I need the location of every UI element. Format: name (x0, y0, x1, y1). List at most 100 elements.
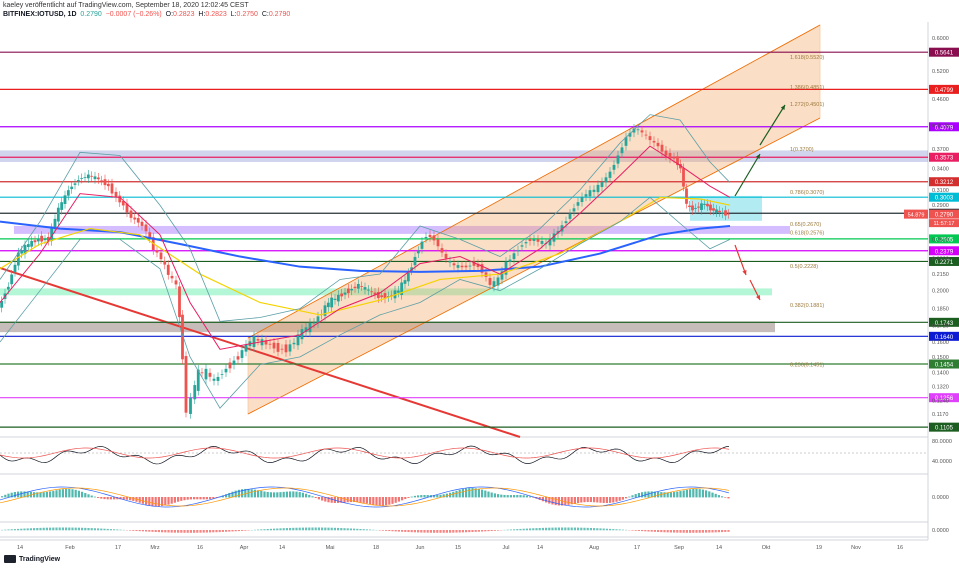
y-tick-label: 0.2500 (932, 237, 949, 243)
candle-body (100, 180, 104, 182)
candle-body (20, 250, 24, 254)
macd-bar (45, 491, 48, 498)
candle-body (346, 288, 350, 294)
osc-bar (631, 530, 634, 531)
candle-body (63, 195, 67, 204)
x-tick-label: 14 (279, 545, 285, 551)
osc-bar (273, 528, 276, 531)
osc-bar (20, 528, 23, 531)
macd-bar (394, 497, 397, 503)
osc-bar (695, 530, 698, 533)
osc-bar (519, 528, 522, 531)
candle-body (212, 378, 216, 381)
macd-bar (173, 497, 176, 503)
osc-bar (103, 528, 106, 531)
candle-body (712, 208, 715, 211)
osc-bar (596, 528, 599, 531)
fib-label: 0.5(0.2228) (790, 264, 818, 270)
osc-bar (23, 528, 26, 531)
candle-body (396, 290, 400, 293)
candle-body (588, 190, 592, 197)
candle-body (703, 203, 706, 205)
candle-body (416, 250, 420, 254)
macd-bar (84, 493, 87, 498)
macd-bar (55, 490, 58, 498)
osc-bar (711, 530, 714, 533)
osc-bar (74, 527, 77, 531)
macd-bar (727, 497, 730, 499)
osc-bar (199, 530, 202, 533)
x-tick-label: Jun (416, 545, 425, 551)
osc-bar (618, 529, 621, 531)
candle-body (524, 242, 528, 244)
osc-bar (570, 527, 573, 531)
osc-bar (282, 528, 285, 531)
macd-bar (103, 497, 106, 500)
candle-body (110, 183, 114, 194)
macd-bar (349, 497, 352, 503)
osc-bar (506, 529, 509, 531)
fib-label: 0.236(0.1451) (790, 362, 824, 368)
macd-bar (285, 491, 288, 498)
candle-body (694, 208, 697, 209)
y-tick-label: 0.1500 (932, 355, 949, 361)
osc-bar (311, 527, 314, 531)
candle-body (616, 155, 620, 164)
osc-bar (474, 530, 477, 532)
macd-bar (93, 496, 96, 498)
candle-body (697, 206, 700, 208)
candle-body (664, 150, 668, 156)
macd-bar (90, 495, 93, 498)
osc-bar (455, 530, 458, 533)
candle-body (492, 281, 496, 287)
osc-bar (487, 530, 490, 532)
macd-bar (525, 495, 528, 498)
osc-bar (413, 530, 416, 533)
macd-bar (487, 491, 490, 498)
candle-body (612, 164, 616, 170)
price-chart[interactable]: 0.56410.47990.40790.35730.32120.30030.28… (0, 0, 959, 568)
osc-bar (49, 527, 52, 531)
candle-body (93, 176, 97, 180)
x-tick-label: Aug (589, 545, 599, 551)
macd-bar (381, 497, 384, 506)
osc-bar (346, 528, 349, 531)
osc-bar (106, 528, 109, 531)
macd-bar (634, 494, 637, 498)
candle-body (688, 205, 691, 207)
candle-body (326, 302, 330, 308)
candle-body (228, 362, 232, 369)
candle-body (568, 213, 572, 219)
osc-bar (193, 530, 196, 533)
osc-bar (372, 529, 375, 531)
tradingview-brand[interactable]: TradingView (4, 555, 60, 563)
macd-bar (519, 495, 522, 498)
osc-bar (538, 528, 541, 531)
candle-body (413, 256, 417, 266)
osc-bar (445, 530, 448, 533)
osc-bar (461, 530, 464, 533)
osc-bar (269, 528, 272, 531)
osc-bar (615, 529, 618, 531)
macd-bar (455, 490, 458, 498)
macd-bar (177, 497, 180, 502)
osc-bar (589, 527, 592, 531)
osc-bar (333, 527, 336, 531)
osc-bar (381, 530, 384, 531)
y-tick-label: 0.2000 (932, 289, 949, 295)
osc-bar (253, 529, 256, 531)
osc-bar (634, 530, 637, 531)
candle-body (340, 293, 344, 297)
candle-body (204, 368, 208, 380)
macd-bar (493, 493, 496, 498)
candle-body (103, 179, 107, 186)
level-tag-text: 0.4799 (935, 88, 954, 94)
macd-bar (359, 497, 362, 503)
osc-bar (340, 528, 343, 531)
level-tag-text: 0.1454 (935, 363, 954, 369)
osc-bar (7, 529, 10, 531)
osc-bar (666, 530, 669, 533)
osc-bar (529, 528, 532, 531)
macd-bar (311, 496, 314, 498)
macd-bar (663, 492, 666, 498)
